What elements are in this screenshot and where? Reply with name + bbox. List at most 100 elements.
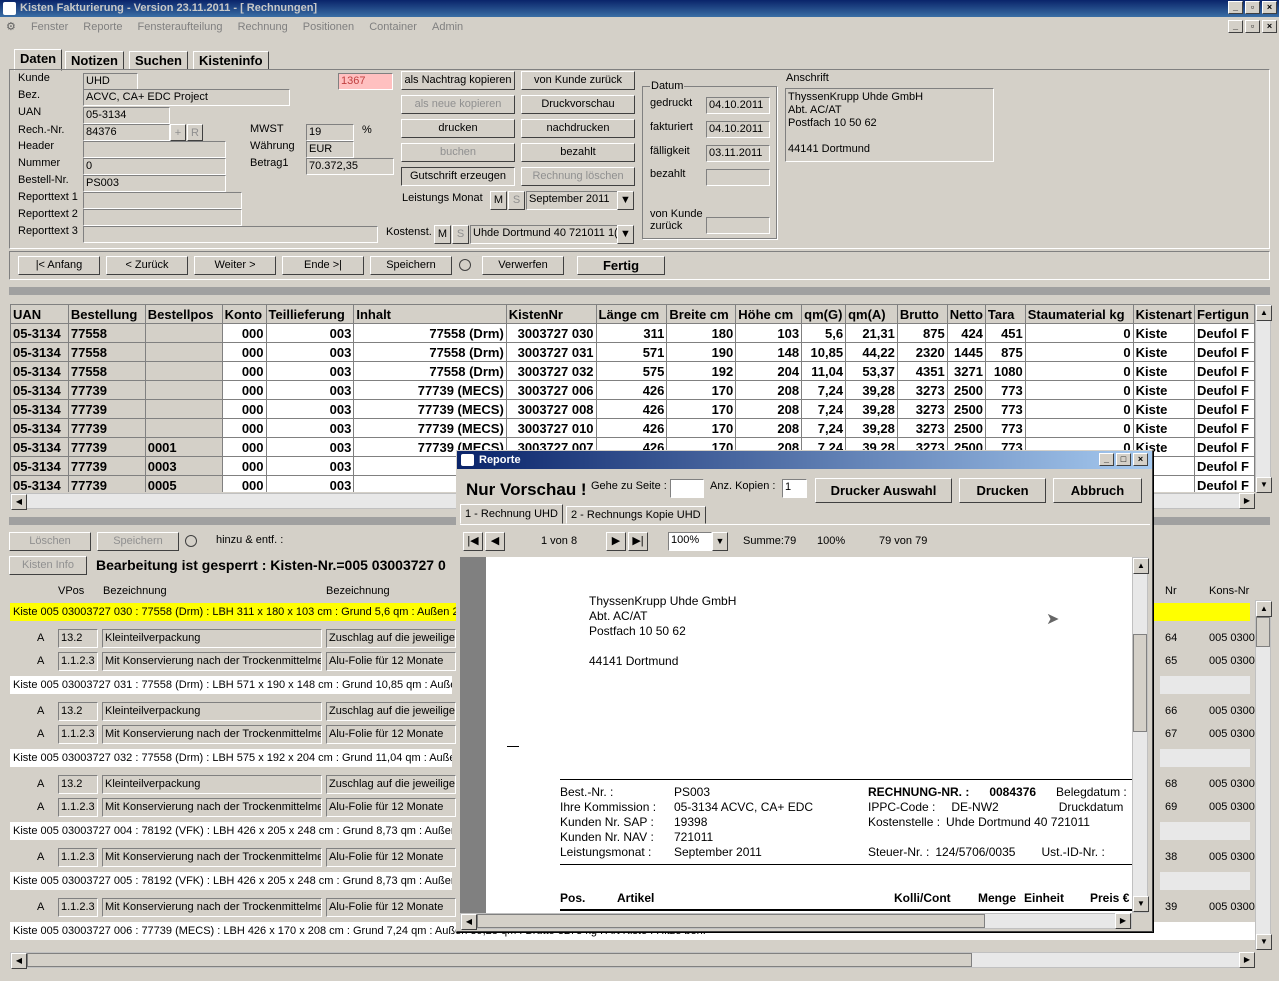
table-cell[interactable]: Kiste xyxy=(1132,418,1195,438)
table-cell[interactable]: 003 xyxy=(265,380,355,400)
scroll-down-icon[interactable]: ▼ xyxy=(1256,477,1272,493)
table-cell[interactable]: 3273 xyxy=(896,418,948,438)
anfang-button[interactable]: |< Anfang xyxy=(18,256,100,275)
weiter-button[interactable]: Weiter > xyxy=(194,256,276,275)
last-page-icon[interactable]: ▶| xyxy=(628,532,648,551)
table-cell[interactable]: Deufol F xyxy=(1193,475,1255,492)
table-cell[interactable]: 77558 (Drm) xyxy=(353,342,507,362)
table-cell[interactable]: 77739 (MECS) xyxy=(353,380,507,400)
drucker-auswahl-button[interactable]: Drucker Auswahl xyxy=(815,478,952,503)
nachdrucken-button[interactable]: nachdrucken xyxy=(521,119,635,138)
table-row[interactable]: 05-3134 77558 000 003 77558 (Drm) 3003727 030… xyxy=(10,323,1255,343)
pos-bezeichnung-2[interactable]: Zuschlag auf die jeweilige xyxy=(326,702,456,721)
table-cell[interactable]: Deufol F xyxy=(1193,361,1255,381)
gehe-zu-seite-input[interactable] xyxy=(670,479,704,498)
faelligkeit-field[interactable]: 03.11.2011 xyxy=(706,145,770,162)
app-menu-icon[interactable]: ⚙ xyxy=(6,21,16,33)
close-icon[interactable]: × xyxy=(1262,1,1277,14)
zoom-dropdown-icon[interactable]: ▼ xyxy=(712,532,728,551)
table-cell[interactable]: Deufol F xyxy=(1193,437,1255,457)
dialog-drucken-button[interactable]: Drucken xyxy=(959,478,1046,503)
table-cell[interactable]: 424 xyxy=(946,323,986,343)
kiste-line[interactable]: Kiste 005 03003727 004 : 78192 (VFK) : L… xyxy=(10,822,452,840)
table-cell[interactable]: 1080 xyxy=(984,361,1026,381)
betrag-field[interactable]: 70.372,35 xyxy=(306,158,394,175)
bez-field[interactable]: ACVC, CA+ EDC Project xyxy=(83,89,290,106)
table-cell[interactable]: 571 xyxy=(595,342,668,362)
table-cell[interactable]: 10,85 xyxy=(801,342,847,362)
gedruckt-field[interactable]: 04.10.2011 xyxy=(706,97,770,114)
table-cell[interactable]: 003 xyxy=(265,342,355,362)
table-cell[interactable]: 5,6 xyxy=(801,323,847,343)
restore-icon[interactable]: ▫ xyxy=(1245,1,1260,14)
preview-vscrollbar[interactable]: ▲ ▼ xyxy=(1132,557,1149,913)
table-cell[interactable]: 003 xyxy=(265,399,355,419)
rechnung-loeschen-button[interactable]: Rechnung löschen xyxy=(521,167,635,186)
table-cell[interactable]: 0005 xyxy=(144,475,223,492)
grid-header-cell[interactable]: Höhe cm xyxy=(735,304,803,324)
tab-daten[interactable]: Daten xyxy=(14,49,63,71)
table-cell[interactable]: 77739 xyxy=(67,456,146,476)
grid-header-cell[interactable]: Staumaterial kg xyxy=(1024,304,1134,324)
pos-bezeichnung-2[interactable]: Zuschlag auf die jeweilige xyxy=(326,629,456,648)
table-cell[interactable]: 451 xyxy=(984,323,1026,343)
table-cell[interactable]: 003 xyxy=(265,361,355,381)
splitter-top[interactable] xyxy=(9,287,1270,295)
table-cell[interactable]: 77739 (MECS) xyxy=(353,399,507,419)
pos-vpos[interactable]: 1.1.2.3 xyxy=(58,652,98,671)
pos-vpos[interactable]: 1.1.2.3 xyxy=(58,725,98,744)
table-cell[interactable]: 39,28 xyxy=(845,399,898,419)
von-kunde-zurueck-button[interactable]: von Kunde zurück xyxy=(521,71,635,90)
grid-header-cell[interactable]: Teillieferung xyxy=(265,304,355,324)
table-cell[interactable]: 77558 xyxy=(67,323,146,343)
leistungsmonat-dropdown-icon[interactable]: ▼ xyxy=(617,191,634,210)
bestellnr-field[interactable]: PS003 xyxy=(83,175,226,192)
table-cell[interactable]: 190 xyxy=(666,342,737,362)
pos-bezeichnung-1[interactable]: Kleinteilverpackung xyxy=(102,775,322,794)
table-cell[interactable]: Deufol F xyxy=(1193,380,1255,400)
table-cell[interactable]: 05-3134 xyxy=(10,342,69,362)
pos-vpos[interactable]: 13.2 xyxy=(58,775,98,794)
tab-rechnungs-kopie-uhd[interactable]: 2 - Rechnungs Kopie UHD xyxy=(566,506,706,524)
table-row[interactable]: 05-3134 77739 000 003 77739 (MECS) 3003727 01… xyxy=(10,418,1255,438)
table-cell[interactable]: 208 xyxy=(735,399,803,419)
table-cell[interactable]: 05-3134 xyxy=(10,323,69,343)
grid-header-cell[interactable]: Tara xyxy=(984,304,1026,324)
tab-rechnung-uhd[interactable]: 1 - Rechnung UHD xyxy=(460,504,563,524)
list-scroll-up-icon[interactable]: ▲ xyxy=(1256,601,1272,617)
table-cell[interactable] xyxy=(144,418,223,438)
reporttext1-field[interactable] xyxy=(83,192,242,209)
table-cell[interactable]: 103 xyxy=(735,323,803,343)
anz-kopien-input[interactable]: 1 xyxy=(782,479,807,498)
pos-bezeichnung-1[interactable]: Kleinteilverpackung xyxy=(102,629,322,648)
table-cell[interactable]: 204 xyxy=(735,361,803,381)
speichern-button[interactable]: Speichern xyxy=(370,256,452,275)
kiste-line[interactable]: Kiste 005 03003727 032 : 77558 (Drm) : L… xyxy=(10,749,452,767)
prev-page-icon[interactable]: ◀ xyxy=(485,532,505,551)
leistungsmonat-s-button[interactable]: S xyxy=(508,191,525,210)
table-cell[interactable]: 2500 xyxy=(946,380,986,400)
menu-fenster[interactable]: Fenster xyxy=(31,21,68,33)
table-cell[interactable]: 426 xyxy=(595,418,668,438)
kiste-line[interactable]: Kiste 005 03003727 005 : 78192 (VFK) : L… xyxy=(10,872,452,890)
pos-bezeichnung-2[interactable]: Alu-Folie für 12 Monate xyxy=(326,652,456,671)
kostenst-dropdown-icon[interactable]: ▼ xyxy=(617,225,634,244)
table-cell[interactable]: 0 xyxy=(1024,342,1134,362)
list-vscrollbar[interactable]: ▲ ▼ xyxy=(1255,600,1272,950)
menu-positionen[interactable]: Positionen xyxy=(303,21,354,33)
table-cell[interactable]: 77739 xyxy=(67,399,146,419)
tab-notizen[interactable]: Notizen xyxy=(65,51,124,70)
table-cell[interactable]: 3003727 032 xyxy=(505,361,597,381)
table-cell[interactable]: 05-3134 xyxy=(10,380,69,400)
table-cell[interactable]: 77739 xyxy=(67,437,146,457)
table-cell[interactable]: Deufol F xyxy=(1193,418,1255,438)
table-cell[interactable]: 575 xyxy=(595,361,668,381)
table-cell[interactable] xyxy=(144,361,223,381)
table-cell[interactable]: 875 xyxy=(896,323,948,343)
grid-header-cell[interactable]: Bestellung xyxy=(67,304,146,324)
table-cell[interactable]: Kiste xyxy=(1132,380,1195,400)
table-cell[interactable]: 05-3134 xyxy=(10,437,69,457)
table-cell[interactable]: 208 xyxy=(735,418,803,438)
table-cell[interactable]: 000 xyxy=(221,380,267,400)
zurueck-button[interactable]: < Zurück xyxy=(106,256,188,275)
